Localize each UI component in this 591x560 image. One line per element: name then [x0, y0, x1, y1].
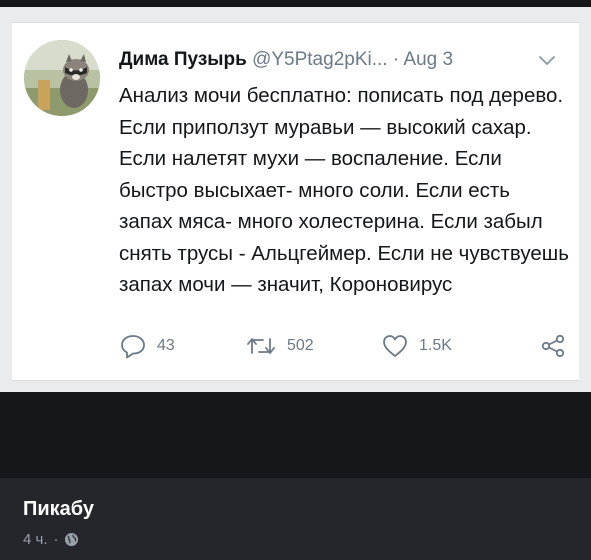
share-icon [541, 334, 565, 358]
like-count: 1.5K [419, 337, 452, 354]
heart-icon [383, 335, 407, 357]
reply-icon [121, 335, 145, 359]
meta-separator: · [53, 530, 59, 548]
top-strip [0, 0, 591, 7]
tweet-screenshot: Дима Пузырь @Y5Ptag2pKi... · Aug 3 Анали… [0, 7, 591, 392]
post-meta: 4 ч. · [23, 529, 79, 549]
post-footer: Пикабу 4 ч. · [0, 478, 591, 560]
tweet-actions: 43 502 1.5K [119, 331, 569, 361]
reply-button[interactable]: 43 [119, 331, 175, 361]
display-name[interactable]: Дима Пузырь [119, 49, 247, 70]
tweet-card: Дима Пузырь @Y5Ptag2pKi... · Aug 3 Анали… [12, 22, 579, 381]
tweet-menu-button[interactable] [538, 54, 556, 66]
like-button[interactable]: 1.5K [381, 331, 452, 361]
share-button[interactable] [539, 331, 567, 361]
user-handle[interactable]: @Y5Ptag2pKi... [252, 49, 387, 70]
reply-count: 43 [157, 337, 175, 354]
retweet-count: 502 [287, 337, 314, 354]
tweet-date[interactable]: Aug 3 [403, 49, 453, 70]
retweet-button[interactable]: 502 [245, 331, 314, 361]
chevron-down-icon [539, 56, 555, 65]
tweet-header: Дима Пузырь @Y5Ptag2pKi... · Aug 3 [119, 47, 569, 73]
header-separator: · [392, 49, 400, 70]
raccoon-avatar [24, 40, 100, 116]
post-time[interactable]: 4 ч. [23, 531, 48, 548]
globe-icon [64, 532, 78, 546]
post-source-name[interactable]: Пикабу [23, 498, 94, 521]
avatar[interactable] [24, 40, 100, 116]
tweet-text: Анализ мочи бесплатно: пописать под дере… [119, 84, 569, 296]
retweet-icon [247, 338, 275, 354]
feed-gap [0, 392, 591, 478]
